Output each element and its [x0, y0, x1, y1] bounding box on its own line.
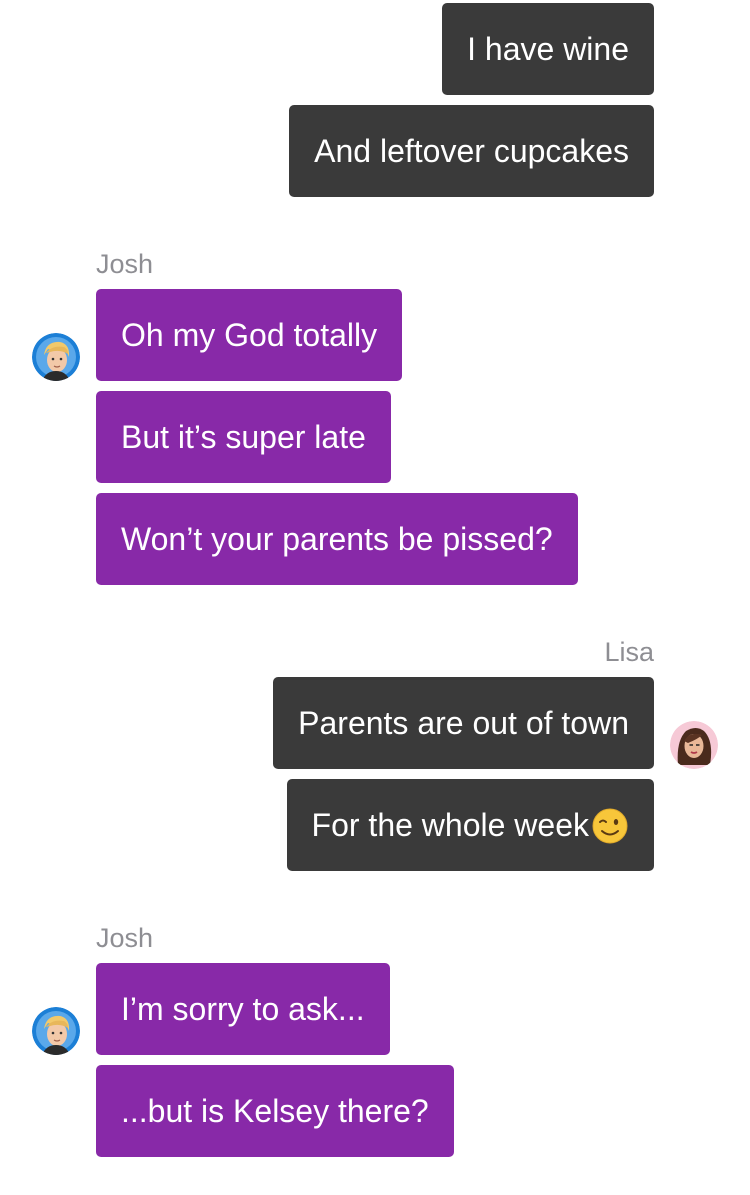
josh-avatar[interactable] — [32, 333, 80, 381]
message-bubble-outgoing[interactable]: For the whole week — [286, 779, 654, 871]
winking-face-emoji — [591, 808, 629, 845]
message-bubble-incoming[interactable]: I’m sorry to ask... — [96, 963, 390, 1055]
message-text: Parents are out of town — [298, 705, 629, 741]
sender-name-josh: Josh — [96, 923, 154, 953]
message-bubble-incoming[interactable]: Won’t your parents be pissed? — [96, 493, 578, 585]
message-bubble-outgoing[interactable]: And leftover cupcakes — [289, 105, 654, 197]
message-text: For the whole week — [311, 807, 589, 843]
message-text: Oh my God totally — [121, 317, 378, 353]
josh-avatar[interactable] — [32, 1007, 80, 1055]
message-bubble-outgoing[interactable]: I have wine — [442, 3, 654, 95]
sender-name-josh: Josh — [96, 249, 154, 279]
message-text: I have wine — [467, 31, 629, 67]
message-bubble-incoming[interactable]: But it’s super late — [96, 391, 391, 483]
message-bubble-outgoing[interactable]: Parents are out of town — [273, 677, 654, 769]
message-text: I’m sorry to ask... — [121, 991, 365, 1027]
sender-name-lisa: Lisa — [604, 637, 654, 667]
message-text: And leftover cupcakes — [314, 133, 629, 169]
lisa-avatar[interactable] — [670, 721, 718, 769]
message-bubble-incoming[interactable]: Oh my God totally — [96, 289, 403, 381]
message-text: But it’s super late — [121, 419, 366, 455]
message-text: ...but is Kelsey there? — [121, 1093, 429, 1129]
message-text: Won’t your parents be pissed? — [121, 521, 553, 557]
message-bubble-incoming[interactable]: ...but is Kelsey there? — [96, 1065, 454, 1157]
